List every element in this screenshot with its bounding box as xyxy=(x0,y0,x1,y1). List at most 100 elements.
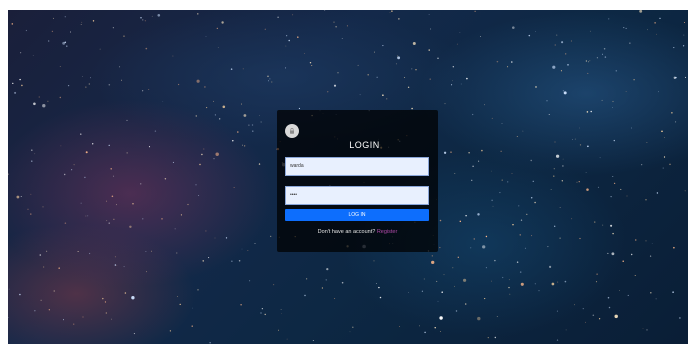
star xyxy=(582,308,584,310)
star xyxy=(277,16,279,18)
star xyxy=(589,60,591,62)
user-lock-icon xyxy=(285,124,299,138)
star xyxy=(645,240,647,242)
star xyxy=(195,115,197,117)
star xyxy=(549,265,552,268)
star xyxy=(456,43,458,45)
star xyxy=(106,200,107,202)
star xyxy=(73,164,75,166)
star xyxy=(349,331,351,333)
star xyxy=(92,143,94,145)
star xyxy=(610,195,612,198)
login-panel: LOGIN warda •••• LOG IN Don't have an ac… xyxy=(277,110,438,252)
star xyxy=(64,16,66,18)
star xyxy=(654,22,656,24)
star xyxy=(684,22,685,23)
star xyxy=(554,225,556,227)
star xyxy=(615,70,617,72)
star xyxy=(31,149,33,151)
star xyxy=(142,90,144,92)
star xyxy=(242,68,244,70)
star xyxy=(655,298,657,300)
star xyxy=(80,202,82,204)
star xyxy=(646,142,648,143)
star xyxy=(491,280,492,282)
star xyxy=(572,139,573,140)
star xyxy=(38,96,40,98)
star xyxy=(264,313,266,316)
star xyxy=(619,290,620,291)
star xyxy=(382,45,384,47)
star xyxy=(474,10,476,12)
star xyxy=(286,35,288,37)
star xyxy=(213,100,214,102)
star xyxy=(415,68,417,71)
star xyxy=(238,260,241,262)
star xyxy=(557,281,559,283)
star xyxy=(651,243,653,245)
star xyxy=(198,194,200,197)
star xyxy=(172,55,174,57)
star xyxy=(85,86,87,88)
star xyxy=(123,35,125,37)
star xyxy=(34,310,36,312)
star xyxy=(187,203,189,206)
star xyxy=(215,152,219,157)
star xyxy=(528,34,531,37)
star xyxy=(123,266,125,268)
star xyxy=(459,220,462,223)
star xyxy=(169,330,172,332)
star xyxy=(682,45,685,47)
username-input[interactable]: warda xyxy=(285,157,429,176)
star xyxy=(546,100,548,102)
star xyxy=(195,184,197,186)
star xyxy=(111,318,113,320)
star xyxy=(656,192,659,194)
star xyxy=(468,152,470,154)
login-title: LOGIN xyxy=(349,140,380,150)
star xyxy=(204,86,206,88)
star xyxy=(19,293,21,296)
star xyxy=(164,178,167,180)
star xyxy=(411,68,413,70)
star xyxy=(501,179,503,181)
star xyxy=(675,76,677,79)
star xyxy=(48,40,50,42)
star xyxy=(431,255,433,257)
register-link[interactable]: Register xyxy=(377,229,397,235)
star xyxy=(42,104,46,108)
star xyxy=(589,30,591,32)
star xyxy=(556,310,558,312)
star xyxy=(373,51,375,53)
star xyxy=(258,163,261,165)
star xyxy=(511,172,513,174)
star xyxy=(142,218,144,220)
star xyxy=(133,333,135,335)
star xyxy=(452,66,454,68)
star xyxy=(535,31,537,32)
star xyxy=(412,42,416,45)
star xyxy=(439,247,441,249)
star xyxy=(242,144,244,146)
star xyxy=(221,21,224,24)
star xyxy=(464,303,467,305)
star xyxy=(561,180,563,182)
star xyxy=(113,218,115,220)
star xyxy=(507,66,509,68)
star xyxy=(502,276,504,279)
star xyxy=(39,254,42,256)
password-input[interactable]: •••• xyxy=(285,186,429,205)
star xyxy=(620,188,622,190)
star xyxy=(58,267,60,269)
login-button[interactable]: LOG IN xyxy=(285,209,429,221)
star xyxy=(552,65,556,69)
star xyxy=(531,235,533,237)
star xyxy=(254,242,256,245)
star xyxy=(326,267,329,271)
star xyxy=(20,52,22,54)
star xyxy=(509,293,511,295)
star xyxy=(647,29,648,31)
star xyxy=(209,342,211,344)
star xyxy=(225,237,228,239)
star xyxy=(439,219,442,222)
